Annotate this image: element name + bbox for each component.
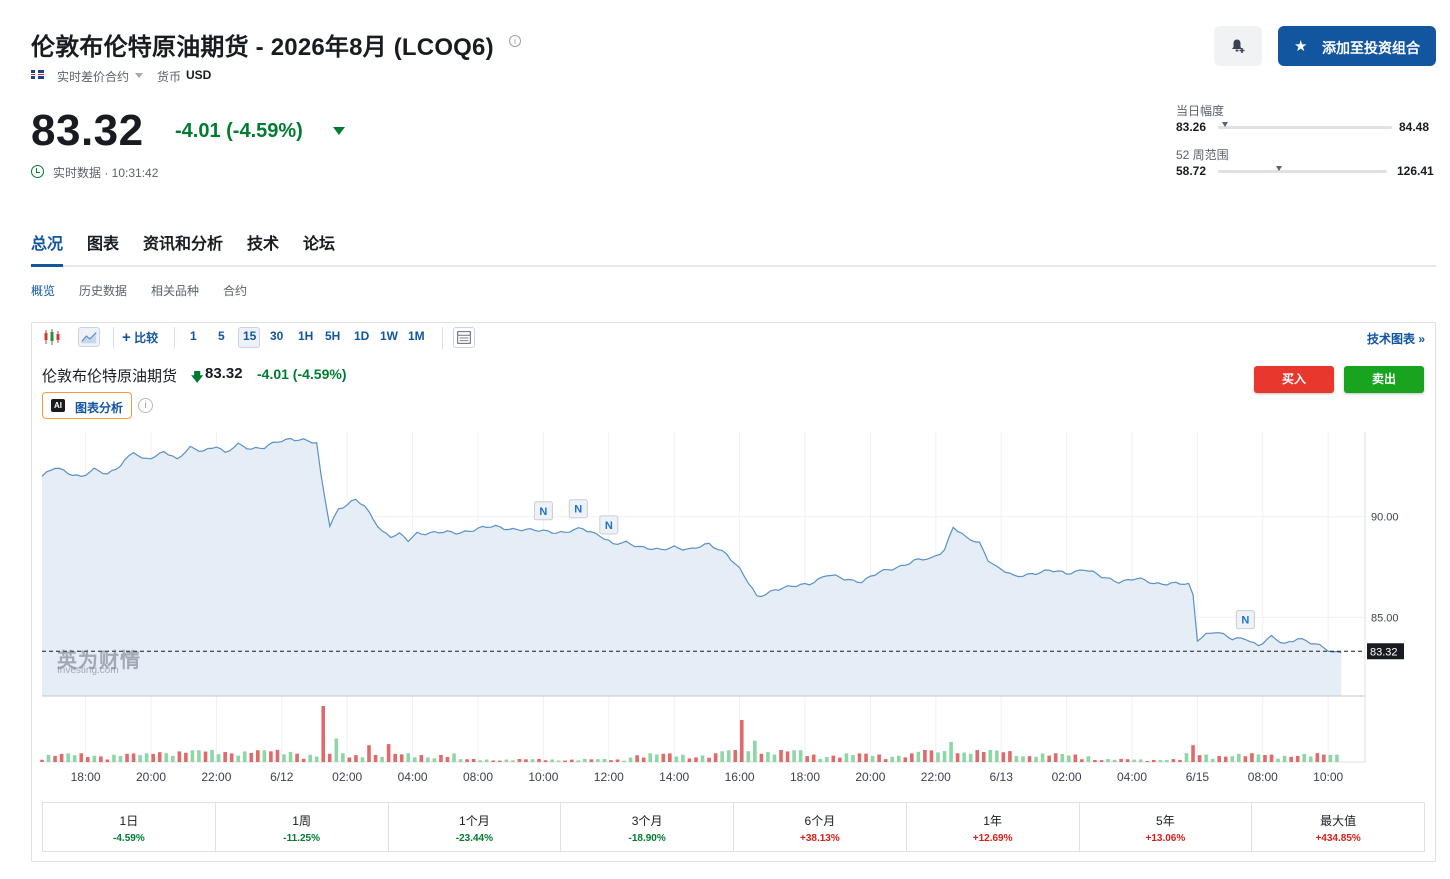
performance-period-value: -11.25%	[283, 833, 320, 844]
interval-1w[interactable]: 1W	[380, 329, 398, 343]
performance-period-label: 最大值	[1320, 814, 1357, 828]
arrow-down-icon: 🡇	[191, 370, 204, 384]
performance-period-value: +13.06%	[1145, 833, 1186, 844]
buy-button[interactable]: 买入	[1254, 366, 1334, 393]
performance-period-value: -23.44%	[455, 833, 493, 844]
day-range-marker	[1221, 122, 1228, 127]
subtab-overview[interactable]: 概览	[31, 282, 55, 299]
layout-icon[interactable]	[453, 327, 475, 348]
price-change: -4.01 (-4.59%)	[175, 120, 303, 142]
interval-5[interactable]: 5	[218, 329, 225, 343]
active-tab-indicator	[31, 264, 63, 267]
subtab-contracts[interactable]: 合约	[223, 282, 247, 299]
arrow-down-icon	[333, 127, 345, 135]
currency-value: USD	[186, 68, 212, 82]
day-range-high: 84.48	[1399, 120, 1430, 134]
ai-icon: AI	[51, 399, 65, 412]
performance-period[interactable]: 6个月 +38.13%	[734, 803, 907, 851]
interval-5h[interactable]: 5H	[325, 329, 340, 343]
page-title: 伦敦布伦特原油期货 - 2026年8月 (LCOQ6)	[31, 34, 494, 61]
add-to-portfolio-button[interactable]: ★ 添加至投资组合	[1278, 26, 1436, 66]
info-icon[interactable]: i	[509, 35, 521, 47]
performance-period-value: +38.13%	[799, 833, 840, 844]
week52-range-high: 126.41	[1397, 164, 1434, 178]
toolbar-separator	[174, 327, 175, 349]
create-alert-button[interactable]	[1214, 26, 1262, 66]
performance-period-label: 1年	[983, 814, 1002, 828]
performance-period-value: -18.90%	[628, 833, 666, 844]
area-chart-icon[interactable]	[78, 327, 100, 347]
toolbar-separator	[113, 327, 114, 349]
tab-forum[interactable]: 论坛	[303, 230, 335, 254]
toolbar-separator	[442, 327, 443, 349]
bell-plus-icon	[1232, 39, 1245, 53]
performance-period[interactable]: 5年 +13.06%	[1080, 803, 1253, 851]
uk-flag-icon	[31, 70, 44, 79]
watermark-subtitle: Investing.com	[57, 665, 119, 676]
performance-period[interactable]: 1日 -4.59%	[43, 803, 216, 851]
subtab-related-instruments[interactable]: 相关品种	[151, 282, 199, 299]
chart-panel	[31, 322, 1436, 862]
performance-strip: 1日 -4.59% 1周 -11.25% 1个月 -23.44% 3个月 -18.90% 6个月…	[42, 802, 1425, 852]
sell-button[interactable]: 卖出	[1344, 366, 1424, 393]
tab-overview[interactable]: 总况	[31, 230, 63, 254]
performance-period[interactable]: 1个月 -23.44%	[389, 803, 562, 851]
week52-range-marker	[1275, 166, 1282, 171]
chart-price: 83.32	[205, 365, 243, 382]
realtime-status: 实时数据 · 10:31:42	[53, 166, 159, 180]
currency-label: 货币	[157, 70, 182, 84]
performance-period[interactable]: 最大值 +434.85%	[1252, 803, 1424, 851]
week52-range-track	[1218, 170, 1387, 173]
add-to-portfolio-label: 添加至投资组合	[1322, 40, 1420, 56]
performance-period-label: 5年	[1156, 814, 1175, 828]
subtab-historical-data[interactable]: 历史数据	[79, 282, 127, 299]
day-range-label: 当日幅度	[1176, 104, 1225, 118]
performance-period[interactable]: 1周 -11.25%	[216, 803, 389, 851]
last-price: 83.32	[31, 106, 144, 155]
star-icon: ★	[1294, 38, 1308, 55]
tab-chart[interactable]: 图表	[87, 230, 119, 254]
ai-chart-analysis-label: 图表分析	[75, 401, 124, 415]
day-range-low: 83.26	[1176, 120, 1207, 134]
week52-range-label: 52 周范围	[1176, 148, 1229, 162]
interval-1d[interactable]: 1D	[354, 329, 369, 343]
tab-technical[interactable]: 技术	[247, 230, 279, 254]
performance-period-label: 6个月	[804, 814, 836, 828]
technical-chart-link[interactable]: 技术图表 »	[1367, 330, 1425, 347]
plus-icon: +	[122, 329, 131, 346]
interval-15[interactable]: 15	[243, 329, 256, 343]
ai-chart-analysis-button[interactable]: AI 图表分析	[42, 392, 132, 419]
interval-1[interactable]: 1	[190, 329, 197, 343]
contract-type-dropdown[interactable]: 实时差价合约	[57, 68, 129, 85]
chart-change: -4.01 (-4.59%)	[257, 366, 347, 382]
week52-range-low: 58.72	[1176, 164, 1207, 178]
interval-1m[interactable]: 1M	[408, 329, 425, 343]
candlestick-icon[interactable]	[42, 328, 62, 346]
performance-period-value: -4.59%	[113, 833, 145, 844]
compare-label: 比较	[134, 331, 159, 345]
performance-period[interactable]: 1年 +12.69%	[907, 803, 1080, 851]
chart-instrument-name: 伦敦布伦特原油期货	[42, 368, 178, 385]
performance-period-label: 3个月	[631, 814, 663, 828]
performance-period-label: 1个月	[459, 814, 490, 828]
tab-divider	[31, 265, 1436, 267]
day-range-track	[1218, 126, 1392, 129]
performance-period-value: +12.69%	[972, 833, 1013, 844]
performance-period-label: 1周	[292, 814, 311, 828]
performance-period-value: +434.85%	[1315, 833, 1361, 844]
interval-30[interactable]: 30	[270, 329, 283, 343]
tab-news-analysis[interactable]: 资讯和分析	[143, 230, 223, 254]
chevron-down-icon[interactable]	[135, 73, 143, 78]
compare-button[interactable]: + 比较	[122, 329, 158, 346]
info-icon[interactable]: i	[138, 398, 153, 413]
performance-period[interactable]: 3个月 -18.90%	[561, 803, 734, 851]
clock-icon	[31, 165, 44, 178]
interval-1h[interactable]: 1H	[298, 329, 313, 343]
performance-period-label: 1日	[119, 814, 139, 828]
